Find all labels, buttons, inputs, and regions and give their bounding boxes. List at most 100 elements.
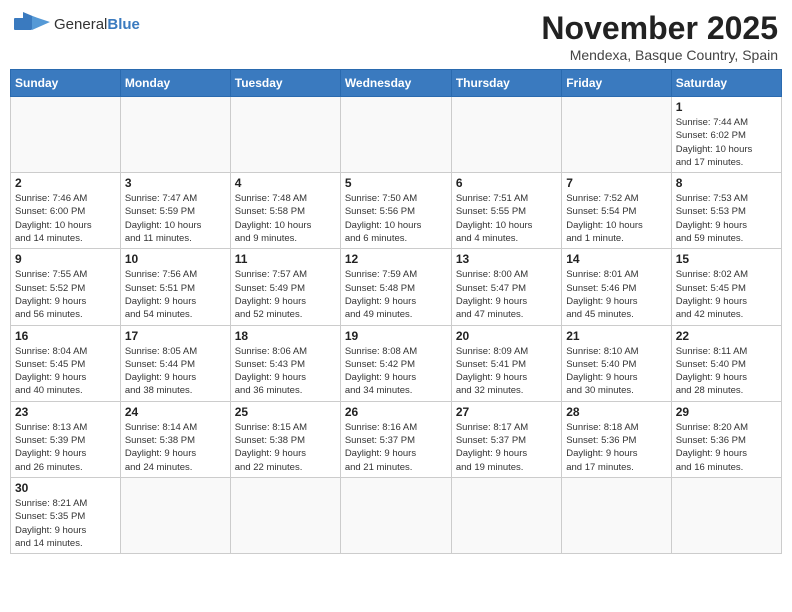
calendar: SundayMondayTuesdayWednesdayThursdayFrid… (10, 69, 782, 554)
day-info: Sunrise: 8:17 AM Sunset: 5:37 PM Dayligh… (456, 421, 557, 474)
day-info: Sunrise: 8:13 AM Sunset: 5:39 PM Dayligh… (15, 421, 116, 474)
day-info: Sunrise: 8:21 AM Sunset: 5:35 PM Dayligh… (15, 497, 116, 550)
calendar-week-row: 2Sunrise: 7:46 AM Sunset: 6:00 PM Daylig… (11, 173, 782, 249)
day-info: Sunrise: 7:56 AM Sunset: 5:51 PM Dayligh… (125, 268, 226, 321)
day-info: Sunrise: 8:10 AM Sunset: 5:40 PM Dayligh… (566, 345, 666, 398)
calendar-cell (671, 477, 781, 553)
day-number: 16 (15, 329, 116, 343)
day-info: Sunrise: 8:09 AM Sunset: 5:41 PM Dayligh… (456, 345, 557, 398)
weekday-header: Thursday (451, 70, 561, 97)
calendar-cell: 28Sunrise: 8:18 AM Sunset: 5:36 PM Dayli… (562, 401, 671, 477)
day-info: Sunrise: 8:01 AM Sunset: 5:46 PM Dayligh… (566, 268, 666, 321)
calendar-cell (562, 97, 671, 173)
calendar-cell (120, 477, 230, 553)
day-info: Sunrise: 8:20 AM Sunset: 5:36 PM Dayligh… (676, 421, 777, 474)
day-info: Sunrise: 7:44 AM Sunset: 6:02 PM Dayligh… (676, 116, 777, 169)
calendar-cell: 2Sunrise: 7:46 AM Sunset: 6:00 PM Daylig… (11, 173, 121, 249)
day-info: Sunrise: 7:47 AM Sunset: 5:59 PM Dayligh… (125, 192, 226, 245)
day-info: Sunrise: 8:08 AM Sunset: 5:42 PM Dayligh… (345, 345, 447, 398)
day-info: Sunrise: 8:02 AM Sunset: 5:45 PM Dayligh… (676, 268, 777, 321)
day-number: 27 (456, 405, 557, 419)
calendar-cell: 13 Sunrise: 8:00 AM Sunset: 5:47 PM Dayli… (451, 249, 561, 325)
calendar-cell: 18 Sunrise: 8:06 AM Sunset: 5:43 PM Dayli… (230, 325, 340, 401)
logo-text: GeneralBlue (54, 16, 140, 33)
day-info: Sunrise: 7:50 AM Sunset: 5:56 PM Dayligh… (345, 192, 447, 245)
calendar-cell: 1 Sunrise: 7:44 AM Sunset: 6:02 PM Daylig… (671, 97, 781, 173)
calendar-week-row: 23 Sunrise: 8:13 AM Sunset: 5:39 PM Dayli… (11, 401, 782, 477)
calendar-cell: 24 Sunrise: 8:14 AM Sunset: 5:38 PM Dayli… (120, 401, 230, 477)
logo-icon (14, 10, 50, 38)
day-number: 11 (235, 252, 336, 266)
day-number: 7 (566, 176, 666, 190)
day-number: 3 (125, 176, 226, 190)
calendar-cell (340, 477, 451, 553)
calendar-cell: 14 Sunrise: 8:01 AM Sunset: 5:46 PM Dayli… (562, 249, 671, 325)
weekday-header: Wednesday (340, 70, 451, 97)
day-number: 24 (125, 405, 226, 419)
day-number: 15 (676, 252, 777, 266)
day-number: 10 (125, 252, 226, 266)
day-number: 14 (566, 252, 666, 266)
day-info: Sunrise: 8:00 AM Sunset: 5:47 PM Dayligh… (456, 268, 557, 321)
calendar-cell: 21Sunrise: 8:10 AM Sunset: 5:40 PM Dayli… (562, 325, 671, 401)
day-info: Sunrise: 7:46 AM Sunset: 6:00 PM Dayligh… (15, 192, 116, 245)
day-info: Sunrise: 8:06 AM Sunset: 5:43 PM Dayligh… (235, 345, 336, 398)
weekday-header: Saturday (671, 70, 781, 97)
calendar-cell: 26Sunrise: 8:16 AM Sunset: 5:37 PM Dayli… (340, 401, 451, 477)
calendar-cell: 11 Sunrise: 7:57 AM Sunset: 5:49 PM Dayli… (230, 249, 340, 325)
calendar-cell (120, 97, 230, 173)
title-block: November 2025 Mendexa, Basque Country, S… (541, 10, 778, 63)
day-number: 20 (456, 329, 557, 343)
calendar-cell: 22Sunrise: 8:11 AM Sunset: 5:40 PM Dayli… (671, 325, 781, 401)
calendar-cell: 16Sunrise: 8:04 AM Sunset: 5:45 PM Dayli… (11, 325, 121, 401)
day-number: 12 (345, 252, 447, 266)
day-info: Sunrise: 8:14 AM Sunset: 5:38 PM Dayligh… (125, 421, 226, 474)
day-info: Sunrise: 7:52 AM Sunset: 5:54 PM Dayligh… (566, 192, 666, 245)
calendar-cell: 6Sunrise: 7:51 AM Sunset: 5:55 PM Daylig… (451, 173, 561, 249)
day-info: Sunrise: 8:11 AM Sunset: 5:40 PM Dayligh… (676, 345, 777, 398)
calendar-cell: 3 Sunrise: 7:47 AM Sunset: 5:59 PM Daylig… (120, 173, 230, 249)
calendar-cell: 10 Sunrise: 7:56 AM Sunset: 5:51 PM Dayli… (120, 249, 230, 325)
day-number: 23 (15, 405, 116, 419)
day-info: Sunrise: 7:48 AM Sunset: 5:58 PM Dayligh… (235, 192, 336, 245)
day-info: Sunrise: 7:55 AM Sunset: 5:52 PM Dayligh… (15, 268, 116, 321)
calendar-cell (230, 97, 340, 173)
calendar-cell: 4 Sunrise: 7:48 AM Sunset: 5:58 PM Daylig… (230, 173, 340, 249)
calendar-cell: 20 Sunrise: 8:09 AM Sunset: 5:41 PM Dayli… (451, 325, 561, 401)
calendar-cell: 12Sunrise: 7:59 AM Sunset: 5:48 PM Dayli… (340, 249, 451, 325)
calendar-cell (451, 477, 561, 553)
day-info: Sunrise: 7:51 AM Sunset: 5:55 PM Dayligh… (456, 192, 557, 245)
day-number: 29 (676, 405, 777, 419)
day-info: Sunrise: 7:57 AM Sunset: 5:49 PM Dayligh… (235, 268, 336, 321)
day-number: 18 (235, 329, 336, 343)
calendar-cell (562, 477, 671, 553)
calendar-cell (11, 97, 121, 173)
month-title: November 2025 (541, 10, 778, 47)
calendar-week-row: 30 Sunrise: 8:21 AM Sunset: 5:35 PM Dayli… (11, 477, 782, 553)
day-number: 19 (345, 329, 447, 343)
day-number: 30 (15, 481, 116, 495)
day-number: 9 (15, 252, 116, 266)
day-number: 4 (235, 176, 336, 190)
calendar-cell (340, 97, 451, 173)
day-number: 26 (345, 405, 447, 419)
calendar-cell: 9 Sunrise: 7:55 AM Sunset: 5:52 PM Daylig… (11, 249, 121, 325)
calendar-cell: 17Sunrise: 8:05 AM Sunset: 5:44 PM Dayli… (120, 325, 230, 401)
day-number: 8 (676, 176, 777, 190)
day-number: 13 (456, 252, 557, 266)
calendar-cell: 5 Sunrise: 7:50 AM Sunset: 5:56 PM Daylig… (340, 173, 451, 249)
calendar-week-row: 9 Sunrise: 7:55 AM Sunset: 5:52 PM Daylig… (11, 249, 782, 325)
day-number: 1 (676, 100, 777, 114)
calendar-week-row: 16Sunrise: 8:04 AM Sunset: 5:45 PM Dayli… (11, 325, 782, 401)
day-info: Sunrise: 8:05 AM Sunset: 5:44 PM Dayligh… (125, 345, 226, 398)
weekday-header: Friday (562, 70, 671, 97)
weekday-header: Monday (120, 70, 230, 97)
calendar-cell: 19 Sunrise: 8:08 AM Sunset: 5:42 PM Dayli… (340, 325, 451, 401)
weekday-header: Sunday (11, 70, 121, 97)
calendar-cell: 7 Sunrise: 7:52 AM Sunset: 5:54 PM Daylig… (562, 173, 671, 249)
day-info: Sunrise: 8:18 AM Sunset: 5:36 PM Dayligh… (566, 421, 666, 474)
page-header: GeneralBlue November 2025 Mendexa, Basqu… (10, 10, 782, 63)
calendar-cell: 8Sunrise: 7:53 AM Sunset: 5:53 PM Daylig… (671, 173, 781, 249)
day-number: 5 (345, 176, 447, 190)
weekday-header: Tuesday (230, 70, 340, 97)
